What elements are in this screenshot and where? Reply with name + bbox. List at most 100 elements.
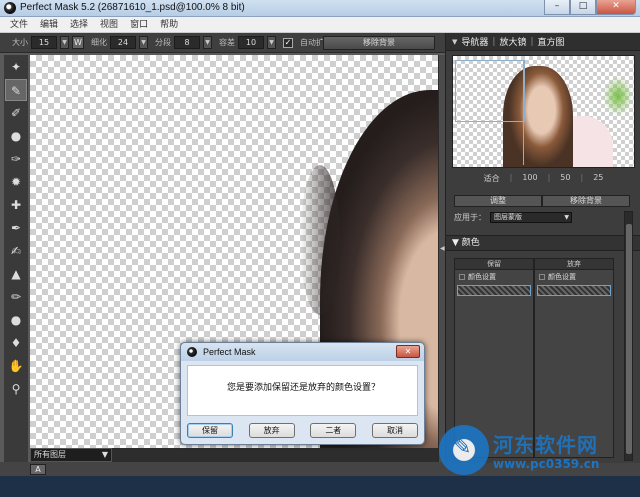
watermark-logo-icon [439, 425, 489, 475]
keep-color-swatch[interactable] [457, 285, 531, 296]
viewport-rectangle[interactable] [455, 60, 525, 122]
tolerance-input[interactable]: 10 [238, 36, 264, 49]
collapse-triangle-icon: ▼ [452, 238, 459, 248]
maximize-button[interactable]: □ [570, 0, 596, 15]
viewport-guide [523, 60, 524, 165]
keep-header: 保留 [455, 259, 533, 270]
detail-input[interactable]: 24 [110, 36, 136, 49]
split-dropdown-icon[interactable]: ▼ [203, 36, 212, 49]
size-input[interactable]: 15 [31, 36, 57, 49]
sparkle-tool-icon[interactable]: ✚ [5, 194, 27, 216]
zoom-tool-icon[interactable]: ⚲ [5, 378, 27, 400]
adjust-row: 调整 移除背景 [454, 195, 630, 207]
cancel-button[interactable]: 取消 [371, 423, 418, 438]
hair-brush-tool-icon[interactable]: ✹ [5, 171, 27, 193]
split-input[interactable]: 8 [174, 36, 200, 49]
zoom-50-button[interactable]: 50 [560, 173, 570, 187]
split-label: 分段 [155, 38, 171, 47]
layer-select[interactable]: 所有图层 ▼ [30, 448, 112, 462]
preview-foliage [603, 76, 633, 116]
auto-expand-checkbox[interactable]: ✓ [283, 37, 293, 48]
zoom-25-button[interactable]: 25 [593, 173, 603, 187]
tolerance-dropdown-icon[interactable]: ▼ [267, 36, 276, 49]
dialog-message: 您是要添加保留还是放弃的颜色设置？ [226, 383, 380, 393]
color-section-header[interactable]: ▼ 颜色 [446, 235, 640, 251]
width-toggle-button[interactable]: W [72, 36, 84, 49]
navigator-preview[interactable] [452, 55, 635, 168]
dialog-close-button[interactable]: ✕ [396, 345, 420, 358]
eraser-tool-icon[interactable]: ✏ [5, 286, 27, 308]
size-label: 大小 [12, 38, 28, 47]
panel-splitter[interactable]: ◀ [438, 55, 445, 463]
watermark-url: www.pc0359.cn [493, 457, 600, 471]
menu-select[interactable]: 选择 [66, 17, 92, 32]
drop-color-set-item[interactable]: 颜色设置 [537, 272, 611, 283]
eyedropper-drop-tool-icon[interactable]: ✍ [5, 240, 27, 262]
dialog-title: Perfect Mask [203, 347, 256, 357]
zoom-fit-button[interactable]: 适合 [484, 173, 500, 187]
color-section-title: 颜色 [461, 238, 480, 248]
dialog-body: 您是要添加保留还是放弃的颜色设置？ [187, 365, 418, 416]
adjust-button[interactable]: 调整 [454, 195, 542, 207]
collapse-triangle-icon[interactable]: ▼ [452, 38, 457, 46]
a-button[interactable]: A [30, 464, 46, 475]
options-bar: 大小 15 ▼ W 细化 24 ▼ 分段 8 ▼ 容差 10 ▼ ✓ 自动扩展 … [0, 33, 445, 53]
panel-remove-background-button[interactable]: 移除背景 [542, 195, 630, 207]
menu-help[interactable]: 帮助 [156, 17, 182, 32]
drop-color-set-label: 颜色设置 [548, 273, 576, 281]
scrollbar-thumb[interactable] [626, 224, 632, 454]
drop-brush-tool-icon[interactable]: ✑ [5, 148, 27, 170]
magic-wand-tool-icon[interactable]: ✦ [5, 56, 27, 78]
brush-tool-icon[interactable]: ✎ [5, 79, 27, 101]
remove-background-button[interactable]: 移除背景 [323, 36, 435, 50]
detail-dropdown-icon[interactable]: ▼ [139, 36, 148, 49]
minimize-button[interactable]: – [544, 0, 570, 15]
detail-label: 细化 [91, 38, 107, 47]
drop-button[interactable]: 放弃 [248, 423, 295, 438]
window-controls: – □ ✕ [544, 0, 636, 15]
tab-histogram[interactable]: 直方图 [538, 35, 565, 48]
tolerance-label: 容差 [219, 38, 235, 47]
dialog-buttons: 保留 放弃 二者 取消 [187, 423, 418, 438]
watermark-name: 河东软件网 [493, 433, 598, 457]
zoom-100-button[interactable]: 100 [522, 173, 537, 187]
keep-color-set-label: 颜色设置 [468, 273, 496, 281]
title-bar: Perfect Mask 5.2 (26871610_1.psd@100.0% … [0, 0, 640, 17]
keep-color-set-item[interactable]: 颜色设置 [457, 272, 531, 283]
site-watermark: 河东软件网 www.pc0359.cn [437, 423, 640, 477]
pencil-tool-icon[interactable]: ✐ [5, 102, 27, 124]
color-set-dialog: Perfect Mask ✕ 您是要添加保留还是放弃的颜色设置？ 保留 放弃 二… [180, 342, 425, 445]
photo-hair-strand [300, 165, 340, 315]
collapse-arrow-icon[interactable]: ◀ [440, 245, 445, 252]
keep-button[interactable]: 保留 [187, 423, 233, 438]
both-button[interactable]: 二者 [310, 423, 357, 438]
apply-to-select[interactable]: 图层蒙版 ▼ [490, 212, 572, 223]
footer-strip [0, 476, 640, 497]
menu-bar: 文件 编辑 选择 视图 窗口 帮助 [0, 17, 640, 33]
menu-edit[interactable]: 编辑 [36, 17, 62, 32]
drop-color-swatch[interactable] [537, 285, 611, 296]
menu-view[interactable]: 视图 [96, 17, 122, 32]
pen-tool-icon[interactable]: ▲ [5, 263, 27, 285]
close-button[interactable]: ✕ [596, 0, 636, 15]
tool-palette: ✦ ✎ ✐ ● ✑ ✹ ✚ ✒ ✍ ▲ ✏ ● ♦ ✋ ⚲ [4, 55, 28, 465]
size-dropdown-icon[interactable]: ▼ [60, 36, 69, 49]
apply-to-row: 应用于： 图层蒙版 ▼ [454, 211, 630, 224]
app-logo-icon [4, 2, 16, 14]
dialog-title-bar: Perfect Mask ✕ [181, 343, 424, 361]
blur-tool-icon[interactable]: ● [5, 309, 27, 331]
paint-bucket-tool-icon[interactable]: ♦ [5, 332, 27, 354]
chevron-down-icon: ▼ [101, 450, 108, 459]
menu-window[interactable]: 窗口 [126, 17, 152, 32]
tab-magnifier[interactable]: 放大镜 [499, 35, 526, 48]
navigator-tabs: ▼ 导航器 | 放大镜 | 直方图 [446, 33, 640, 51]
checkbox-icon[interactable] [539, 274, 545, 280]
hand-tool-icon[interactable]: ✋ [5, 355, 27, 377]
keep-brush-tool-icon[interactable]: ● [5, 125, 27, 147]
tab-navigator[interactable]: 导航器 [461, 35, 488, 48]
tab-separator: | [530, 36, 534, 47]
apply-to-label: 应用于： [454, 213, 486, 222]
menu-file[interactable]: 文件 [6, 17, 32, 32]
eyedropper-keep-tool-icon[interactable]: ✒ [5, 217, 27, 239]
checkbox-icon[interactable] [459, 274, 465, 280]
